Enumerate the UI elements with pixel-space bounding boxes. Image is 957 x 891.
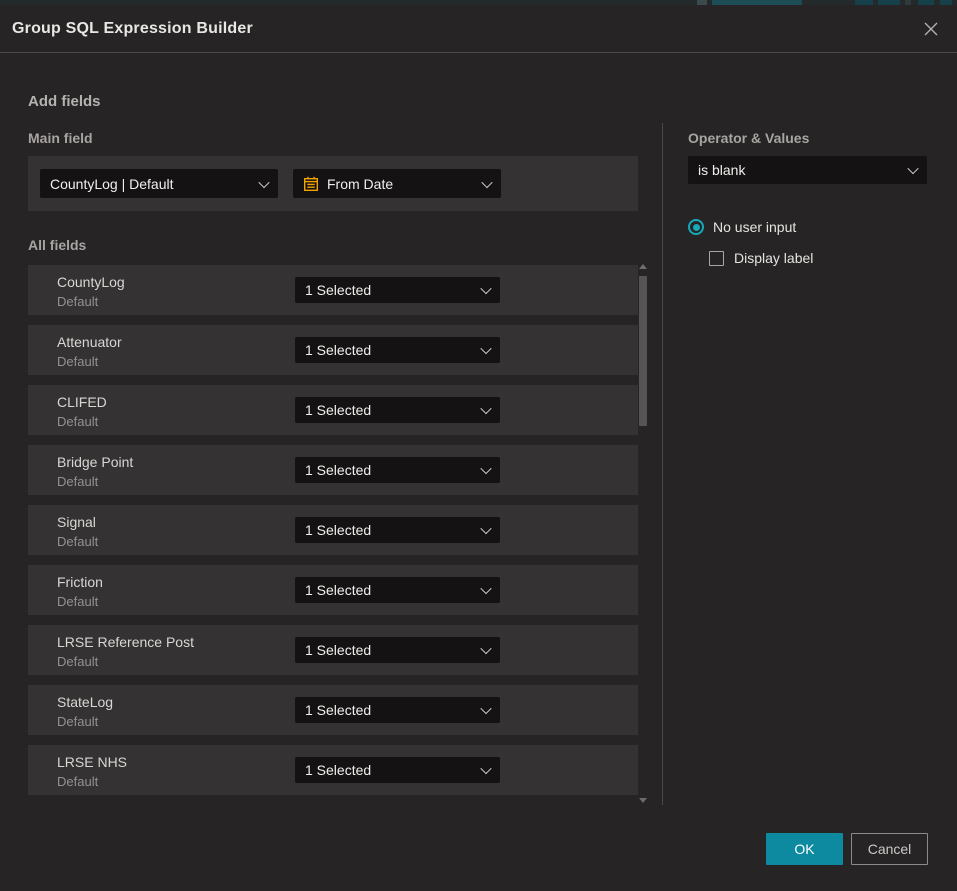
no-user-input-radio[interactable]: No user input xyxy=(688,219,796,235)
selection-dropdown-value: 1 Selected xyxy=(305,462,371,478)
field-name: Signal xyxy=(57,514,96,530)
field-dropdown-value: From Date xyxy=(327,176,393,192)
field-selection-dropdown[interactable]: 1 Selected xyxy=(295,397,500,423)
column-divider xyxy=(662,123,663,805)
operator-dropdown[interactable]: is blank xyxy=(688,156,927,184)
main-field-label: Main field xyxy=(28,130,93,146)
group-sql-expression-builder-dialog: Group SQL Expression Builder Add fields … xyxy=(0,5,957,891)
chevron-down-icon xyxy=(907,163,918,174)
all-fields-list: CountyLog Default 1 Selected Attenuator … xyxy=(28,265,638,805)
field-selection-dropdown[interactable]: 1 Selected xyxy=(295,577,500,603)
display-label-checkbox[interactable]: Display label xyxy=(709,250,813,266)
chevron-down-icon xyxy=(480,523,491,534)
close-icon[interactable] xyxy=(921,19,941,39)
chevron-down-icon xyxy=(480,463,491,474)
scrollbar-thumb[interactable] xyxy=(639,276,647,426)
chevron-down-icon xyxy=(480,643,491,654)
selection-dropdown-value: 1 Selected xyxy=(305,522,371,538)
field-sublabel: Default xyxy=(57,534,98,549)
field-name: StateLog xyxy=(57,694,113,710)
field-name: Attenuator xyxy=(57,334,122,350)
operator-dropdown-value: is blank xyxy=(698,162,745,178)
field-row: Friction Default 1 Selected xyxy=(28,565,638,615)
field-row: CLIFED Default 1 Selected xyxy=(28,385,638,435)
dialog-header: Group SQL Expression Builder xyxy=(0,5,957,53)
field-row: StateLog Default 1 Selected xyxy=(28,685,638,735)
operator-values-label: Operator & Values xyxy=(688,130,809,146)
scrollbar-up-arrow-icon[interactable] xyxy=(639,264,647,269)
field-name: Bridge Point xyxy=(57,454,133,470)
fields-list-scrollbar[interactable] xyxy=(637,262,650,805)
field-selection-dropdown[interactable]: 1 Selected xyxy=(295,277,500,303)
scrollbar-down-arrow-icon[interactable] xyxy=(639,798,647,803)
selection-dropdown-value: 1 Selected xyxy=(305,342,371,358)
checkbox-unchecked-icon xyxy=(709,251,724,266)
chevron-down-icon xyxy=(480,763,491,774)
field-row: Attenuator Default 1 Selected xyxy=(28,325,638,375)
field-row: CountyLog Default 1 Selected xyxy=(28,265,638,315)
field-selection-dropdown[interactable]: 1 Selected xyxy=(295,457,500,483)
selection-dropdown-value: 1 Selected xyxy=(305,702,371,718)
dialog-title: Group SQL Expression Builder xyxy=(12,20,253,38)
radio-selected-icon xyxy=(688,219,704,235)
no-user-input-label: No user input xyxy=(713,219,796,235)
selection-dropdown-value: 1 Selected xyxy=(305,762,371,778)
cancel-button[interactable]: Cancel xyxy=(851,833,928,865)
ok-button[interactable]: OK xyxy=(766,833,843,865)
selection-dropdown-value: 1 Selected xyxy=(305,402,371,418)
field-selection-dropdown[interactable]: 1 Selected xyxy=(295,757,500,783)
selection-dropdown-value: 1 Selected xyxy=(305,642,371,658)
field-sublabel: Default xyxy=(57,354,98,369)
add-fields-heading: Add fields xyxy=(28,93,101,110)
field-selection-dropdown[interactable]: 1 Selected xyxy=(295,517,500,543)
field-name: Friction xyxy=(57,574,103,590)
field-sublabel: Default xyxy=(57,774,98,789)
field-name: LRSE NHS xyxy=(57,754,127,770)
field-selection-dropdown[interactable]: 1 Selected xyxy=(295,697,500,723)
field-name: CountyLog xyxy=(57,274,125,290)
chevron-down-icon xyxy=(481,176,492,187)
field-sublabel: Default xyxy=(57,654,98,669)
chevron-down-icon xyxy=(480,343,491,354)
main-field-field-dropdown[interactable]: From Date xyxy=(293,169,501,198)
calendar-date-icon xyxy=(303,176,319,192)
field-selection-dropdown[interactable]: 1 Selected xyxy=(295,337,500,363)
selection-dropdown-value: 1 Selected xyxy=(305,582,371,598)
field-sublabel: Default xyxy=(57,414,98,429)
field-selection-dropdown[interactable]: 1 Selected xyxy=(295,637,500,663)
layer-dropdown-value: CountyLog | Default xyxy=(50,176,174,192)
field-name: LRSE Reference Post xyxy=(57,634,194,650)
field-sublabel: Default xyxy=(57,294,98,309)
chevron-down-icon xyxy=(480,283,491,294)
display-label-text: Display label xyxy=(734,250,813,266)
chevron-down-icon xyxy=(480,703,491,714)
all-fields-label: All fields xyxy=(28,237,86,253)
field-row: Signal Default 1 Selected xyxy=(28,505,638,555)
chevron-down-icon xyxy=(480,403,491,414)
chevron-down-icon xyxy=(258,176,269,187)
main-field-panel: CountyLog | Default From Date xyxy=(28,156,638,211)
field-name: CLIFED xyxy=(57,394,107,410)
field-row: Bridge Point Default 1 Selected xyxy=(28,445,638,495)
main-field-layer-dropdown[interactable]: CountyLog | Default xyxy=(40,169,278,198)
selection-dropdown-value: 1 Selected xyxy=(305,282,371,298)
field-row: LRSE NHS Default 1 Selected xyxy=(28,745,638,795)
field-sublabel: Default xyxy=(57,714,98,729)
field-row: LRSE Reference Post Default 1 Selected xyxy=(28,625,638,675)
chevron-down-icon xyxy=(480,583,491,594)
field-sublabel: Default xyxy=(57,594,98,609)
field-sublabel: Default xyxy=(57,474,98,489)
